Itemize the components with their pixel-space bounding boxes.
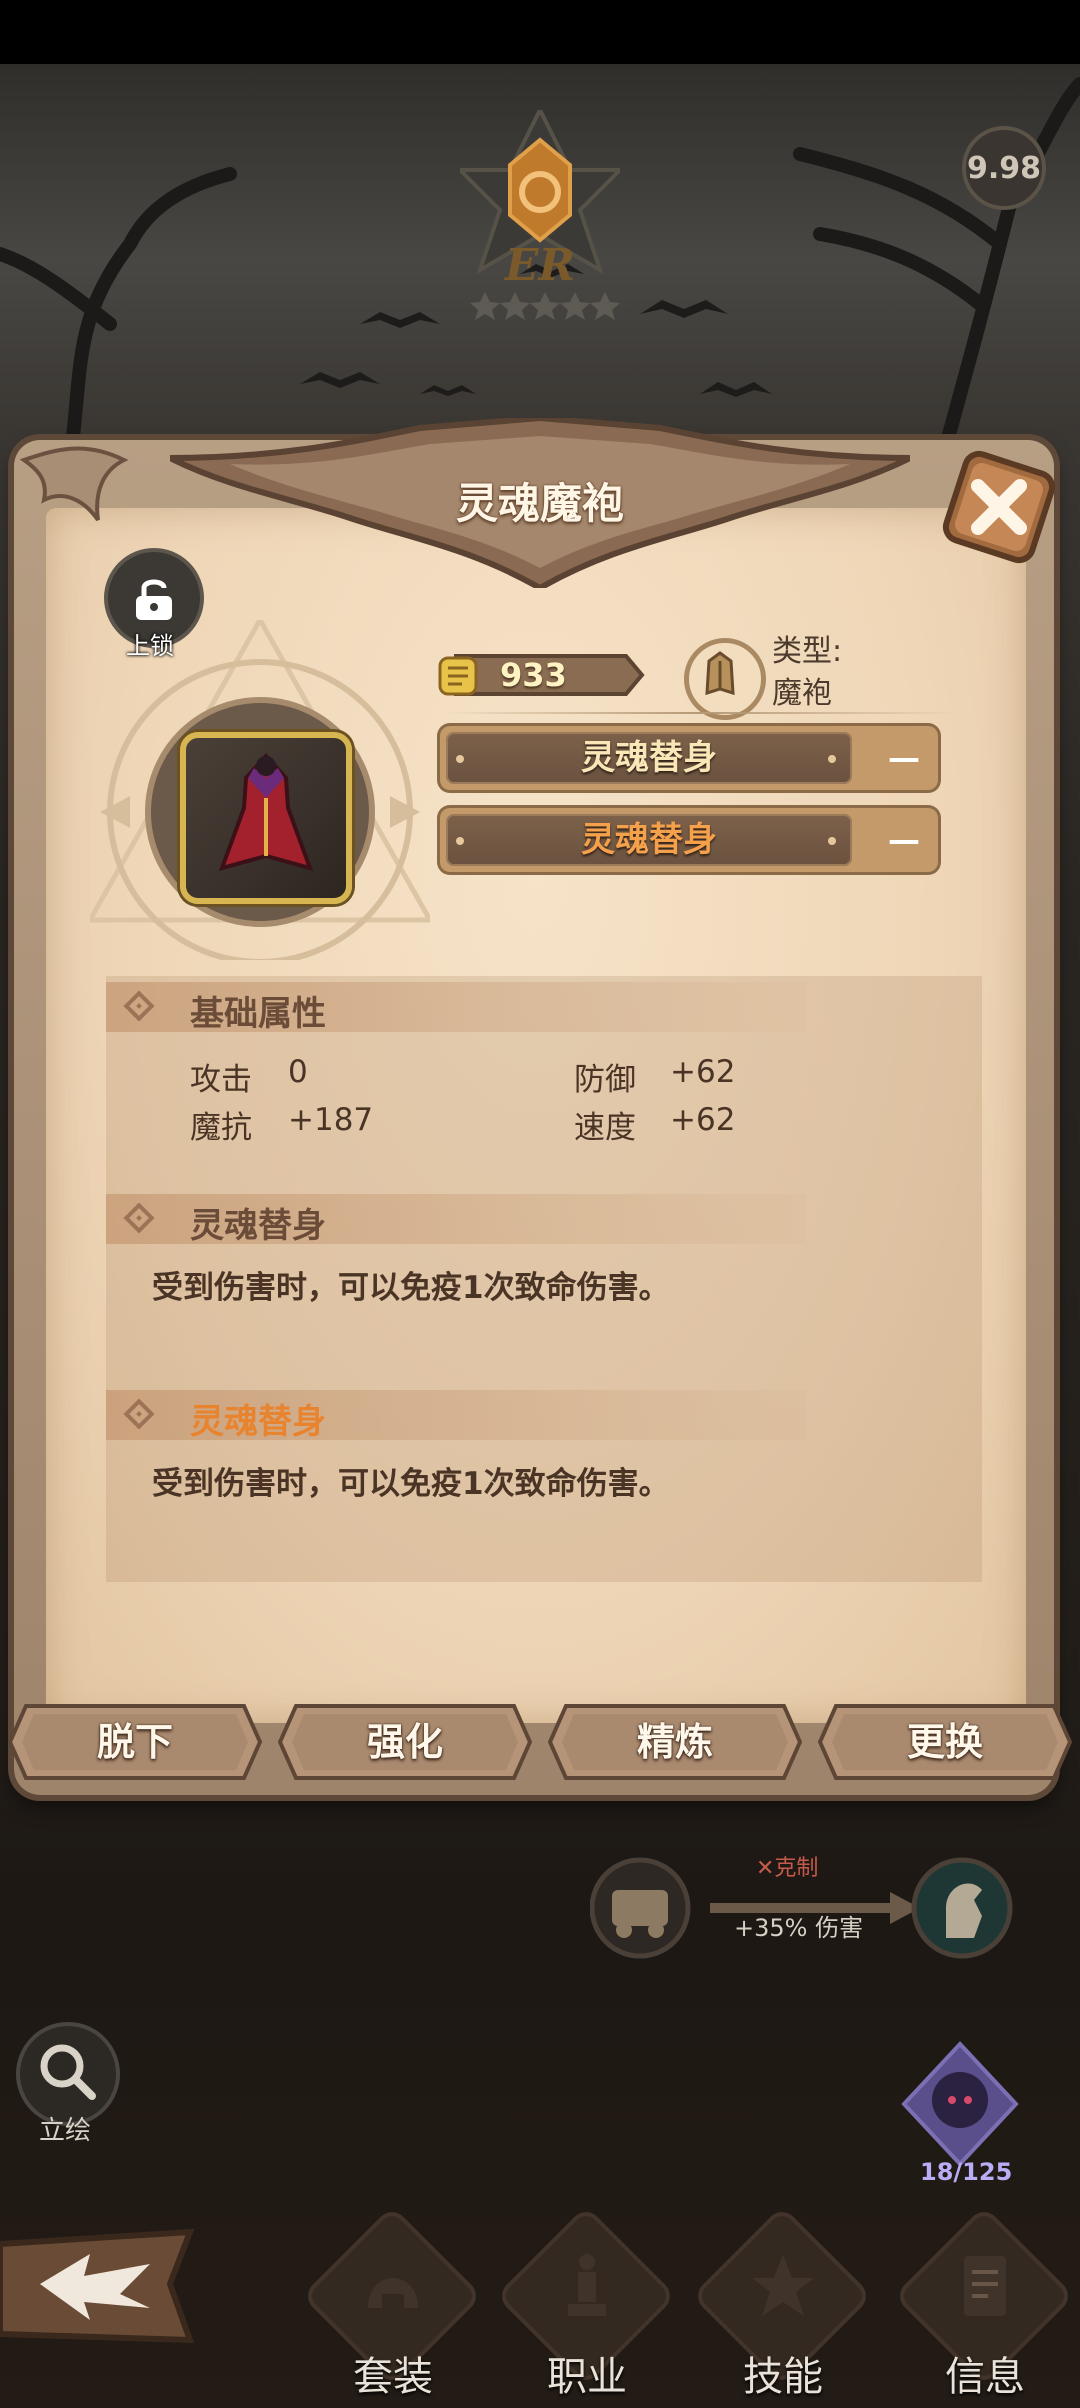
tab-skills[interactable]: 技能 (697, 2211, 867, 2408)
hero-avatar[interactable] (900, 2040, 1020, 2170)
effect-slot-1[interactable]: 灵魂替身 — (440, 726, 938, 790)
hero-count: 18/125 (920, 2158, 1013, 2186)
unequip-label: 脱下 (96, 1720, 173, 1764)
status-bar (0, 0, 1080, 64)
bat-wing-ornament (19, 446, 129, 522)
rank-emblem: ER (460, 110, 620, 320)
chess-piece-icon (568, 2254, 606, 2316)
tab-class-label: 职业 (547, 2354, 627, 2400)
slot-1-label: 灵魂替身 (581, 738, 717, 778)
stat-speed-value: +62 (670, 1102, 736, 1138)
stat-magic-resist-name: 魔抗 (190, 1110, 252, 1146)
replace-button[interactable]: 更换 (818, 1702, 1072, 1782)
cart-icon (612, 1890, 668, 1926)
document-icon (964, 2256, 1006, 2316)
stat-defense-value: +62 (670, 1054, 736, 1090)
close-button[interactable] (940, 448, 1058, 566)
tab-info[interactable]: 信息 (899, 2211, 1069, 2408)
helmet-icon (368, 2278, 418, 2308)
effect-1-title: 灵魂替身 (190, 1206, 326, 1246)
replace-label: 更换 (906, 1720, 983, 1764)
enhance-label: 强化 (366, 1720, 443, 1764)
score-badge: 9.98 (962, 126, 1046, 210)
counter-bonus: +35% 伤害 (734, 1914, 864, 1942)
tab-info-label: 信息 (945, 2354, 1025, 2400)
type-badge (684, 638, 766, 720)
portrait-label: 立绘 (38, 2116, 91, 2146)
stat-speed-name: 速度 (574, 1110, 636, 1146)
search-icon (40, 2044, 96, 2100)
slot-2-value: — (888, 821, 920, 859)
skill-icon (752, 2254, 814, 2316)
stat-defense-name: 防御 (574, 1062, 636, 1098)
effect-2-title: 灵魂替身 (190, 1402, 326, 1442)
base-attributes-header: 基础属性 (106, 982, 806, 1034)
refine-label: 精炼 (636, 1720, 713, 1764)
stat-magic-resist-value: +187 (288, 1102, 374, 1138)
diamond-icon (123, 1398, 155, 1430)
counter-label: ✕克制 (756, 1856, 819, 1881)
effect-2-description: 受到伤害时，可以免疫1次致命伤害。 (152, 1466, 670, 1502)
stat-attack-name: 攻击 (190, 1062, 252, 1098)
effect-1-header: 灵魂替身 (106, 1194, 806, 1246)
lock-icon (136, 579, 172, 620)
item-title: 灵魂魔袍 (455, 479, 624, 528)
slot-1-value: — (888, 739, 920, 777)
diamond-icon (123, 990, 155, 1022)
type-value: 魔袍 (772, 676, 832, 711)
fist-icon (438, 656, 478, 696)
divider (440, 712, 960, 714)
effect-1-description: 受到伤害时，可以免疫1次致命伤害。 (152, 1270, 670, 1306)
base-attributes-title: 基础属性 (190, 994, 326, 1034)
robe-icon (705, 651, 735, 696)
stat-attack-value: 0 (288, 1054, 308, 1090)
item-icon-robe[interactable] (180, 732, 352, 904)
slot-2-label: 灵魂替身 (581, 820, 717, 860)
enhance-button[interactable]: 强化 (278, 1702, 532, 1782)
back-button[interactable] (0, 2224, 200, 2348)
power-value: 933 (500, 656, 567, 694)
tab-class[interactable]: 职业 (501, 2211, 671, 2408)
tab-skills-label: 技能 (743, 2354, 823, 2400)
rank-badge-text: ER (503, 240, 575, 291)
type-label: 类型: (772, 634, 843, 669)
refine-button[interactable]: 精炼 (548, 1702, 802, 1782)
diamond-icon (123, 1202, 155, 1234)
effect-2-header: 灵魂替身 (106, 1390, 806, 1442)
effect-slot-2[interactable]: 灵魂替身 — (440, 808, 938, 872)
tab-sets[interactable]: 套装 (307, 2211, 477, 2408)
tab-sets-label: 套装 (353, 2354, 433, 2400)
robe-item-icon (218, 753, 314, 871)
unequip-button[interactable]: 脱下 (8, 1702, 262, 1782)
